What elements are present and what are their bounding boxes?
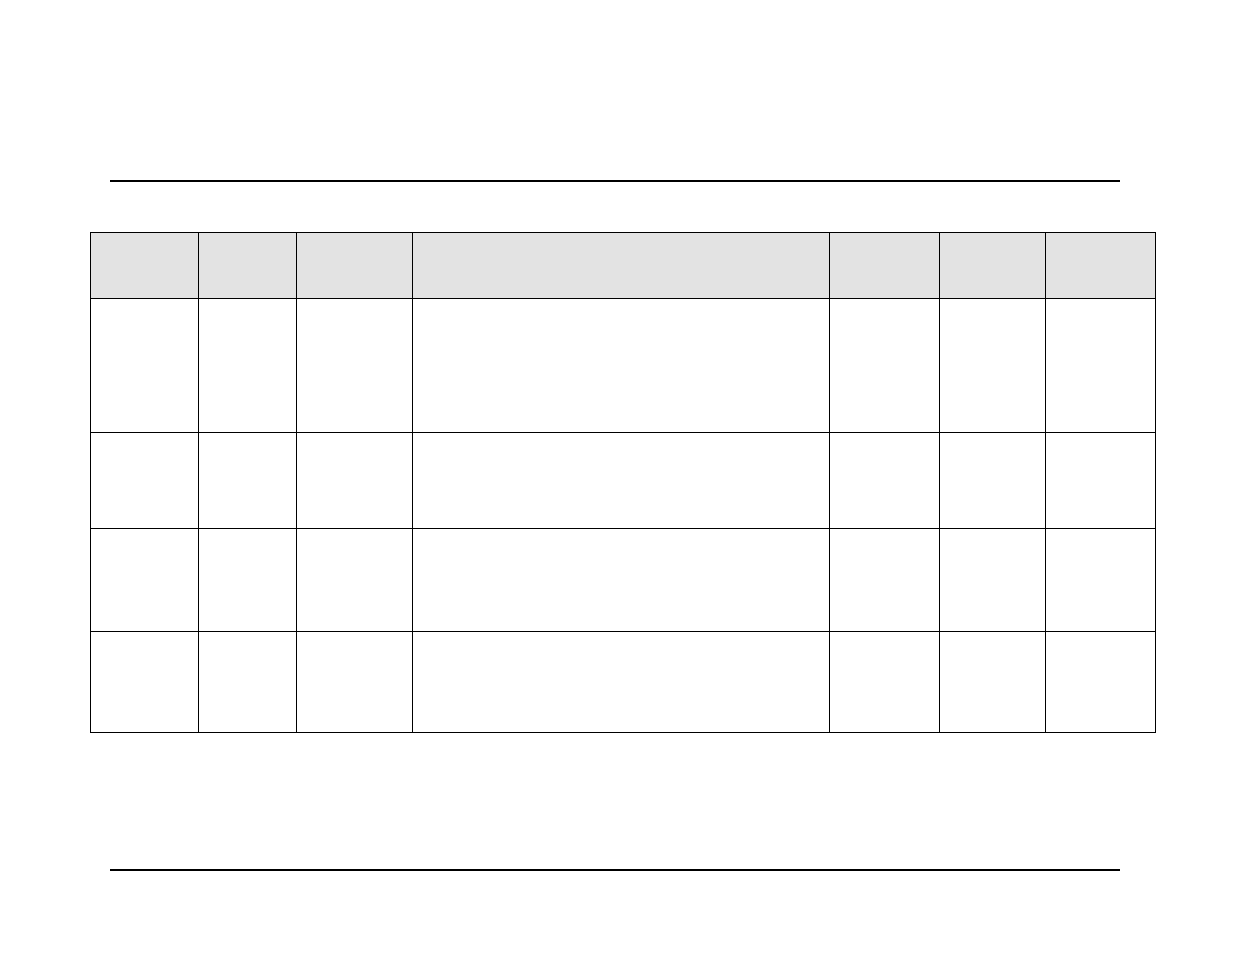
table-header-cell <box>199 233 297 299</box>
table-cell <box>1045 529 1155 632</box>
table-cell <box>1045 433 1155 529</box>
table-cell <box>412 299 830 433</box>
table-cell <box>1045 632 1155 733</box>
table-cell <box>939 433 1045 529</box>
table-cell <box>412 529 830 632</box>
table-cell <box>939 299 1045 433</box>
table-header-cell <box>1045 233 1155 299</box>
table-cell <box>91 529 199 632</box>
page <box>0 0 1235 954</box>
table-cell <box>91 632 199 733</box>
table-cell <box>199 529 297 632</box>
table-header-cell <box>939 233 1045 299</box>
table-cell <box>91 433 199 529</box>
table-cell <box>297 632 412 733</box>
table-header-row <box>91 233 1156 299</box>
table-cell <box>939 529 1045 632</box>
bottom-rule <box>110 869 1120 871</box>
table-cell <box>297 433 412 529</box>
table-cell <box>830 299 939 433</box>
table-header-cell <box>412 233 830 299</box>
table-cell <box>830 632 939 733</box>
table-cell <box>830 433 939 529</box>
table-header-cell <box>91 233 199 299</box>
table-cell <box>830 529 939 632</box>
table-cell <box>297 529 412 632</box>
table-header-cell <box>297 233 412 299</box>
table-cell <box>412 433 830 529</box>
table-row <box>91 632 1156 733</box>
table-header-cell <box>830 233 939 299</box>
table-cell <box>199 299 297 433</box>
table-cell <box>297 299 412 433</box>
table-cell <box>199 632 297 733</box>
table-row <box>91 433 1156 529</box>
table-cell <box>939 632 1045 733</box>
table-cell <box>1045 299 1155 433</box>
table-row <box>91 299 1156 433</box>
table-cell <box>91 299 199 433</box>
data-table <box>90 232 1156 733</box>
table-row <box>91 529 1156 632</box>
table-cell <box>199 433 297 529</box>
table-cell <box>412 632 830 733</box>
top-rule <box>110 180 1120 182</box>
